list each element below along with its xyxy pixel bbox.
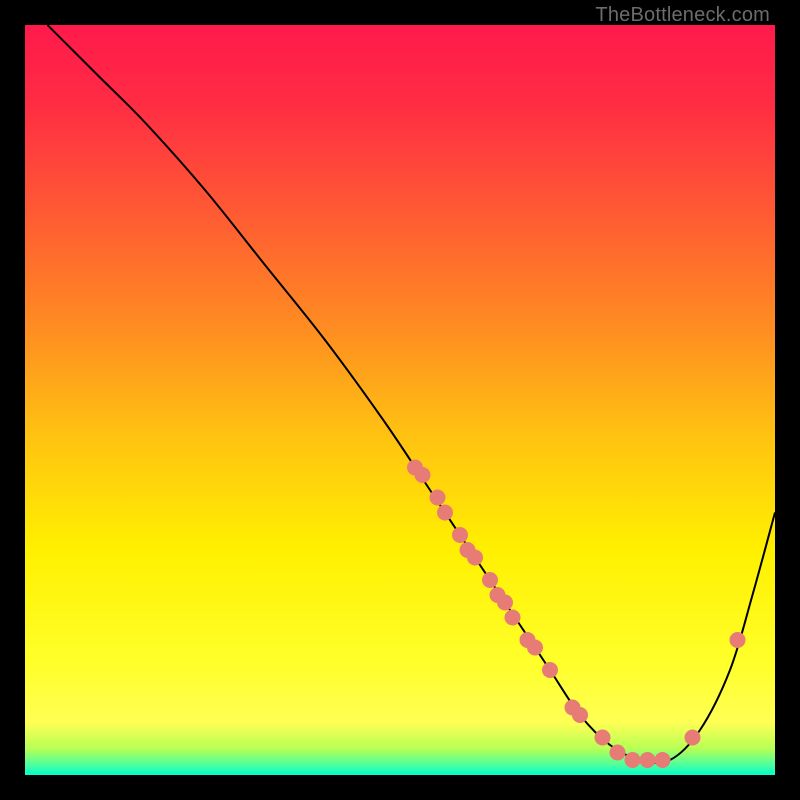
curve-marker xyxy=(542,662,558,678)
curve-marker xyxy=(505,610,521,626)
curve-marker xyxy=(610,745,626,761)
curve-marker xyxy=(415,467,431,483)
curve-marker xyxy=(497,595,513,611)
curve-marker xyxy=(527,640,543,656)
chart-frame xyxy=(25,25,775,775)
chart-canvas xyxy=(25,25,775,775)
chart-background xyxy=(25,25,775,775)
watermark-text: TheBottleneck.com xyxy=(595,4,770,27)
curve-marker xyxy=(640,752,656,768)
curve-marker xyxy=(625,752,641,768)
curve-marker xyxy=(730,632,746,648)
curve-marker xyxy=(467,550,483,566)
curve-marker xyxy=(595,730,611,746)
curve-marker xyxy=(452,527,468,543)
curve-marker xyxy=(430,490,446,506)
curve-marker xyxy=(655,752,671,768)
curve-marker xyxy=(482,572,498,588)
curve-marker xyxy=(437,505,453,521)
curve-marker xyxy=(685,730,701,746)
curve-marker xyxy=(572,707,588,723)
